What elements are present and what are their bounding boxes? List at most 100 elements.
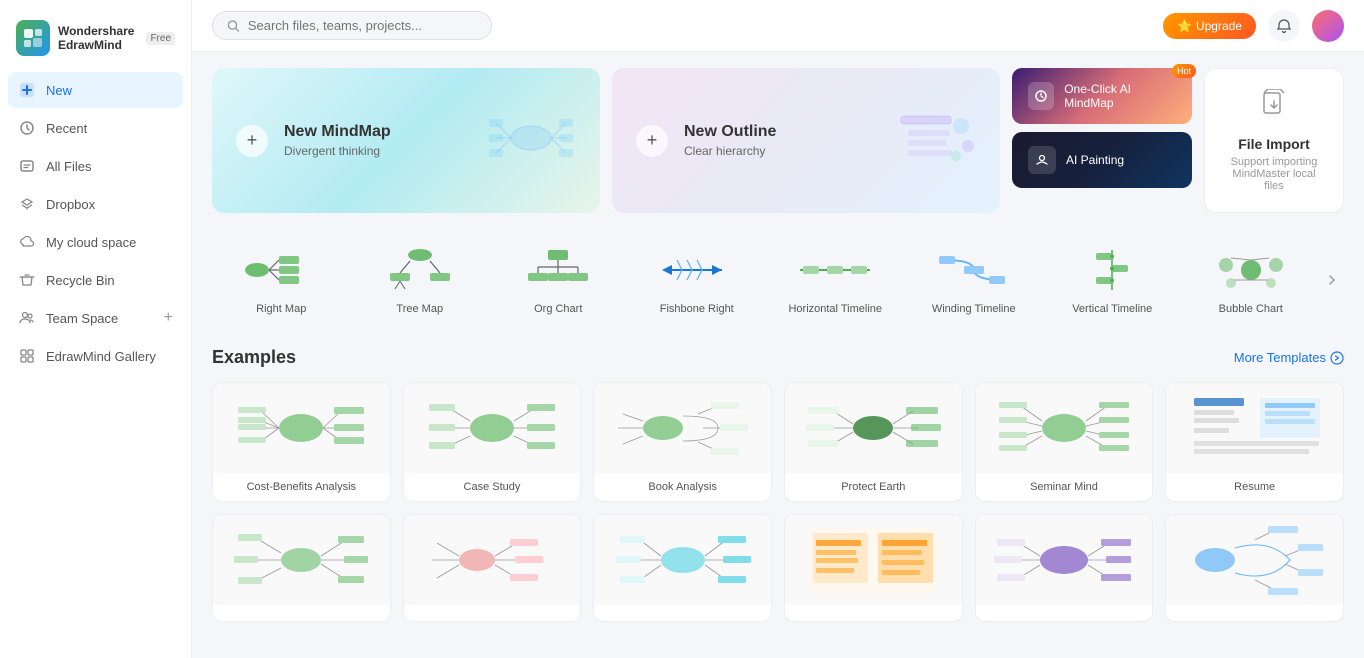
org-chart-thumb [518,245,598,295]
w-timeline-thumb [934,245,1014,295]
top-header: ⭐ Upgrade [192,0,1364,52]
example-thumb-3 [785,383,962,473]
chart-next-arrow[interactable] [1320,268,1344,292]
sidebar-item-label: EdrawMind Gallery [46,349,156,364]
example-label-r2-3 [785,605,962,621]
chart-label-h-timeline: Horizontal Timeline [788,303,882,315]
more-templates-link[interactable]: More Templates [1234,350,1344,365]
example-card-r2-5[interactable] [1165,514,1344,622]
file-import-card[interactable]: File Import Support importing MindMaster… [1204,68,1344,213]
header-actions: ⭐ Upgrade [1163,10,1344,42]
example-label-4: Seminar Mind [976,473,1153,501]
files-icon [18,157,36,175]
chart-item-v-timeline[interactable]: Vertical Timeline [1043,233,1182,327]
example-thumb-r2-4 [976,515,1153,605]
new-icon [18,81,36,99]
recycle-icon [18,271,36,289]
example-card-case-study[interactable]: Case Study [403,382,582,502]
chart-item-org-chart[interactable]: Org Chart [489,233,628,327]
chart-label-org-chart: Org Chart [534,303,582,315]
example-label-r2-2 [594,605,771,621]
example-card-resume[interactable]: Resume [1165,382,1344,502]
mindmap-plus-icon: + [236,125,268,157]
example-card-book-analysis[interactable]: Book Analysis [593,382,772,502]
hot-badge: Hot [1172,64,1196,78]
example-label-r2-5 [1166,605,1343,621]
mindmap-title: New MindMap [284,123,391,141]
example-thumb-1 [404,383,581,473]
notification-button[interactable] [1268,10,1300,42]
chart-item-tree-map[interactable]: Tree Map [351,233,490,327]
examples-header: Examples More Templates [212,347,1344,368]
mindmap-card-text: New MindMap Divergent thinking [284,123,391,158]
example-label-r2-4 [976,605,1153,621]
ai-painting-card[interactable]: AI Painting [1012,132,1192,188]
chart-item-bubble[interactable]: Bubble Chart [1182,233,1321,327]
example-label-5: Resume [1166,473,1343,501]
more-label: More Templates [1234,350,1326,365]
example-card-r2-2[interactable] [593,514,772,622]
ai-mindmap-card[interactable]: One-Click AI MindMap Hot [1012,68,1192,124]
outline-plus-icon: + [636,125,668,157]
more-arrow-icon [1330,351,1344,365]
example-card-r2-0[interactable] [212,514,391,622]
outline-card-text: New Outline Clear hierarchy [684,123,776,158]
example-thumb-r2-3 [785,515,962,605]
sidebar-item-recycle[interactable]: Recycle Bin [8,262,183,298]
chart-label-bubble: Bubble Chart [1219,303,1283,315]
main-content: ⭐ Upgrade + New MindMap Divergent thinki… [192,0,1364,658]
tree-map-thumb [380,245,460,295]
ai-mindmap-icon [1028,82,1054,110]
team-add-button[interactable]: + [164,309,173,327]
sidebar-item-dropbox[interactable]: Dropbox [8,186,183,222]
ai-mindmap-text: One-Click AI MindMap [1064,82,1176,110]
cloud-icon [18,233,36,251]
sidebar: Wondershare EdrawMind Free New Recent [0,0,192,658]
upgrade-button[interactable]: ⭐ Upgrade [1163,13,1256,39]
file-import-icon [1258,89,1290,128]
example-thumb-r2-2 [594,515,771,605]
example-card-cost-benefits[interactable]: Cost-Benefits Analysis [212,382,391,502]
new-outline-card[interactable]: + New Outline Clear hierarchy [612,68,1000,213]
example-label-0: Cost-Benefits Analysis [213,473,390,501]
example-label-r2-1 [404,605,581,621]
search-input[interactable] [248,18,477,33]
example-card-r2-4[interactable] [975,514,1154,622]
ai-painting-title: AI Painting [1066,153,1124,167]
example-card-r2-3[interactable] [784,514,963,622]
example-thumb-2 [594,383,771,473]
example-card-r2-1[interactable] [403,514,582,622]
chart-label-fishbone: Fishbone Right [660,303,734,315]
recent-icon [18,119,36,137]
sidebar-item-all-files[interactable]: All Files [8,148,183,184]
search-icon [227,19,240,33]
chart-item-w-timeline[interactable]: Winding Timeline [905,233,1044,327]
example-label-3: Protect Earth [785,473,962,501]
free-badge: Free [146,32,175,45]
chart-item-fishbone[interactable]: Fishbone Right [628,233,767,327]
user-avatar[interactable] [1312,10,1344,42]
new-mindmap-card[interactable]: + New MindMap Divergent thinking [212,68,600,213]
sidebar-item-label: New [46,83,72,98]
sidebar-item-recent[interactable]: Recent [8,110,183,146]
chart-item-h-timeline[interactable]: Horizontal Timeline [766,233,905,327]
example-card-seminar[interactable]: Seminar Mind [975,382,1154,502]
search-bar[interactable] [212,11,492,40]
example-thumb-4 [976,383,1153,473]
mindmap-subtitle: Divergent thinking [284,144,391,158]
chart-item-right-map[interactable]: Right Map [212,233,351,327]
fishbone-thumb [657,245,737,295]
chart-types-row: Right Map Tree Map [212,233,1344,327]
sidebar-item-team-space[interactable]: Team Space + [8,300,183,336]
ai-painting-text: AI Painting [1066,153,1124,167]
sidebar-item-new[interactable]: New [8,72,183,108]
sidebar-item-gallery[interactable]: EdrawMind Gallery [8,338,183,374]
creation-cards: + New MindMap Divergent thinking [212,68,1344,213]
gallery-icon [18,347,36,365]
example-thumb-0 [213,383,390,473]
examples-title: Examples [212,347,296,368]
sidebar-item-my-cloud[interactable]: My cloud space [8,224,183,260]
dropbox-icon [18,195,36,213]
example-label-r2-0 [213,605,390,621]
example-card-protect-earth[interactable]: Protect Earth [784,382,963,502]
